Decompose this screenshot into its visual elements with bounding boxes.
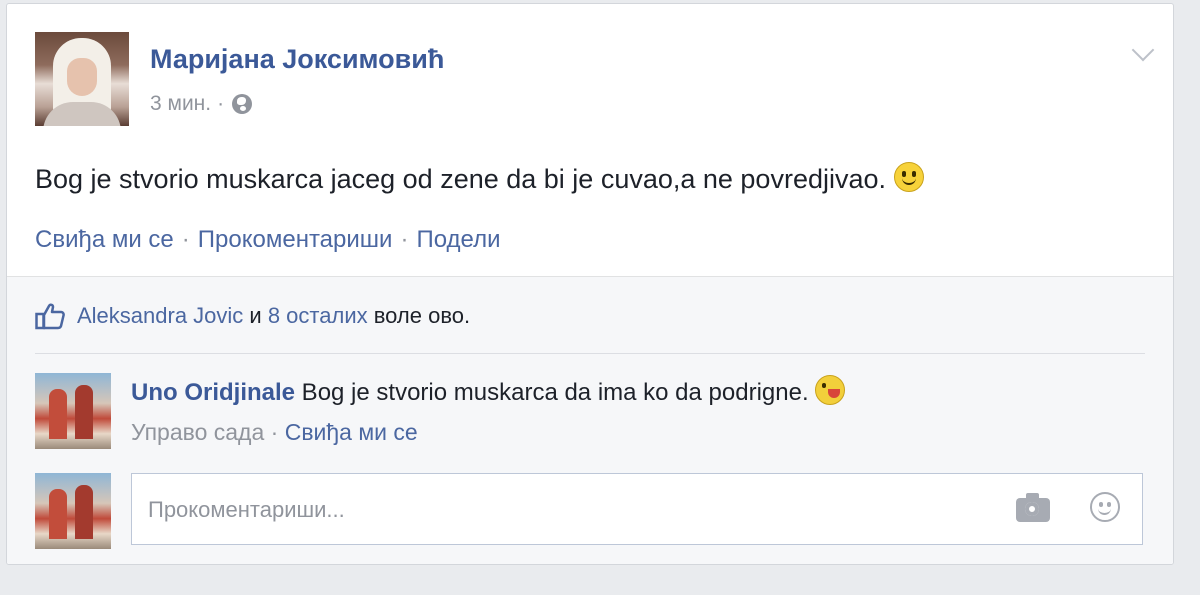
comment-like-button[interactable]: Свиђа ми се (285, 419, 418, 445)
action-separator: · (400, 226, 409, 253)
post-meta: 3 мин. · (150, 92, 253, 116)
post-timestamp[interactable]: 3 мин. (150, 92, 211, 116)
likers-suffix: воле ово. (367, 303, 471, 328)
post-card: Маријана Јоксимовић 3 мин. · Bog je stvo… (6, 3, 1174, 565)
feedback-section: Aleksandra Jovic и 8 осталих воле ово. U… (7, 276, 1173, 564)
comment-button[interactable]: Прокоментариши (198, 226, 393, 253)
comment-timestamp[interactable]: Управо сада (131, 419, 264, 445)
comment-composer (35, 473, 1145, 553)
post-text-content: Bog je stvorio muskarca jaceg od zene da… (35, 164, 887, 194)
likers-others-link[interactable]: 8 осталих (268, 303, 368, 329)
commenter-avatar[interactable] (35, 373, 111, 449)
divider (35, 353, 1145, 354)
post-actions: Свиђа ми се · Прокоментариши · Подели (35, 226, 500, 254)
share-button[interactable]: Подели (416, 226, 500, 253)
comment-input[interactable] (146, 492, 970, 528)
commenter-name[interactable]: Uno Oridjinale (131, 379, 295, 406)
likes-summary: Aleksandra Jovic и 8 осталих воле ово. (35, 302, 470, 330)
post-header: Маријана Јоксимовић 3 мин. · (35, 32, 1155, 132)
emoji-picker-icon[interactable] (1090, 492, 1120, 522)
comment-text: Bog je stvorio muskarca da ima ko da pod… (295, 379, 809, 406)
author-name[interactable]: Маријана Јоксимовић (150, 44, 444, 75)
globe-icon[interactable] (232, 94, 253, 114)
current-user-avatar (35, 473, 111, 549)
liker-name[interactable]: Aleksandra Jovic (77, 303, 243, 329)
tongue-emoji-icon (814, 375, 845, 405)
post-text: Bog je stvorio muskarca jaceg od zene da… (35, 162, 925, 195)
comment-body: Uno Oridjinale Bog je stvorio muskarca d… (131, 375, 845, 407)
comment-meta: Управо сада · Свиђа ми се (131, 419, 418, 446)
thumbs-up-icon[interactable] (35, 302, 65, 330)
comment-meta-separator: · (264, 419, 285, 445)
camera-icon[interactable] (1016, 493, 1050, 522)
like-button[interactable]: Свиђа ми се (35, 226, 174, 253)
author-avatar[interactable] (35, 32, 129, 126)
action-separator: · (181, 226, 190, 253)
comment-input-box[interactable] (131, 473, 1143, 545)
likers-conjunction: и (243, 303, 268, 328)
meta-separator: · (217, 92, 225, 115)
smiley-icon (894, 162, 925, 192)
comment-item: Uno Oridjinale Bog je stvorio muskarca d… (35, 373, 1145, 453)
